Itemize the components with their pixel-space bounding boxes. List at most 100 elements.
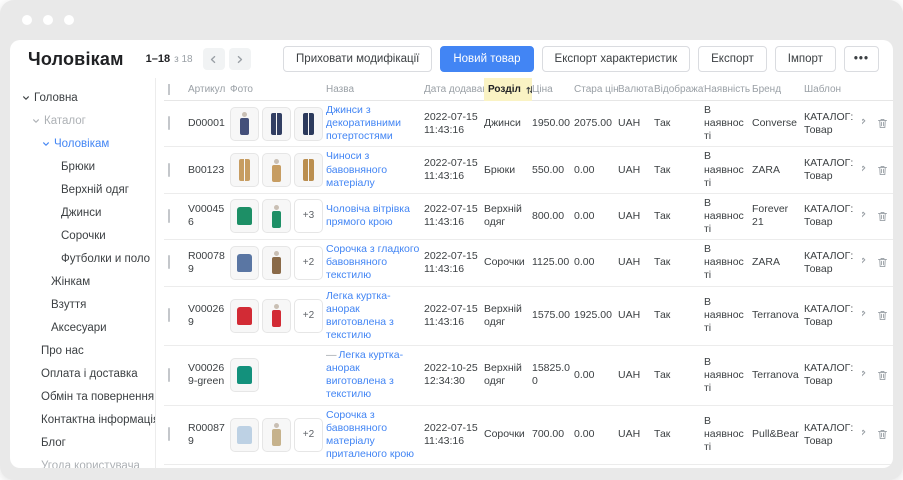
product-photo[interactable]	[262, 153, 291, 187]
sidebar-item-оплата-і-доставка[interactable]: Оплата і доставка	[10, 362, 155, 385]
product-photo[interactable]	[294, 107, 323, 141]
export-button[interactable]: Експорт	[698, 46, 767, 72]
column-header-назва[interactable]: Назва	[326, 84, 424, 95]
window-minimize-button[interactable]	[43, 15, 53, 25]
new-product-button[interactable]: Новий товар	[440, 46, 533, 72]
row-checkbox[interactable]	[168, 368, 170, 382]
template-line1: КАТАЛОГ:	[804, 303, 858, 316]
product-photo-graphic	[237, 307, 252, 325]
sort-icon[interactable]	[525, 85, 532, 95]
product-photo[interactable]	[262, 299, 291, 333]
sidebar-item-сорочки[interactable]: Сорочки	[10, 224, 155, 247]
sidebar-item-про-нас[interactable]: Про нас	[10, 339, 155, 362]
delete-button[interactable]	[876, 369, 889, 382]
column-header-стара-ціна[interactable]: Стара ціна	[574, 84, 618, 95]
row-checkbox[interactable]	[168, 163, 170, 177]
cell-availability: В наявності	[704, 240, 752, 285]
product-name-link[interactable]: Сорочка з гладкого бавовняного текстилю	[326, 243, 419, 281]
row-checkbox[interactable]	[168, 116, 170, 130]
pagination-prev-button[interactable]	[203, 48, 225, 70]
edit-button[interactable]	[862, 117, 867, 130]
product-name-link[interactable]: Легка куртка-анорак виготовлена з тексти…	[326, 349, 403, 400]
sidebar-item-чоловікам[interactable]: Чоловікам	[10, 132, 155, 155]
delete-button[interactable]	[876, 210, 889, 223]
more-photos-badge[interactable]: +2	[294, 418, 323, 452]
edit-button[interactable]	[862, 164, 867, 177]
table-row: R000879+2Сорочка з бавовняного матеріалу…	[164, 406, 893, 466]
delete-button[interactable]	[876, 428, 889, 441]
hide-modifications-button[interactable]: Приховати модифікації	[283, 46, 432, 72]
cell-brand: ZARA	[752, 161, 804, 180]
edit-button[interactable]	[862, 428, 867, 441]
sidebar-item-головна[interactable]: Головна	[10, 86, 155, 109]
sidebar-item-футболки-и-поло[interactable]: Футболки и поло	[10, 247, 155, 270]
product-photo[interactable]	[230, 358, 259, 392]
product-name-link[interactable]: Чоловіча вітрівка прямого крою	[326, 203, 410, 228]
cell-currency: UAH	[618, 306, 654, 325]
sidebar-item-жінкам[interactable]: Жінкам	[10, 270, 155, 293]
row-checkbox[interactable]	[168, 255, 170, 269]
product-photo[interactable]	[230, 418, 259, 452]
delete-button[interactable]	[876, 256, 889, 269]
select-all-checkbox[interactable]	[168, 84, 170, 95]
row-checkbox[interactable]	[168, 209, 170, 223]
sidebar-item-верхній-одяг[interactable]: Верхній одяг	[10, 178, 155, 201]
column-header-артикул[interactable]: Артикул	[188, 84, 230, 95]
edit-button[interactable]	[862, 256, 867, 269]
sidebar-item-аксесуари[interactable]: Аксесуари	[10, 316, 155, 339]
more-photos-badge[interactable]: +3	[294, 199, 323, 233]
edit-button[interactable]	[862, 309, 867, 322]
sidebar-item-контактна-інформація[interactable]: Контактна інформація	[10, 408, 155, 431]
pagination-next-button[interactable]	[229, 48, 251, 70]
sidebar-item-блог[interactable]: Блог	[10, 431, 155, 454]
cell-price: 700.00	[532, 425, 574, 444]
product-name-link[interactable]: Чиноси з бавовняного матеріалу	[326, 150, 387, 188]
column-header-валюта[interactable]: Валюта	[618, 84, 654, 95]
sidebar-item-обмін-та-повернення[interactable]: Обмін та повернення	[10, 385, 155, 408]
edit-button[interactable]	[862, 369, 867, 382]
delete-button[interactable]	[876, 117, 889, 130]
product-photo[interactable]	[262, 246, 291, 280]
product-photo[interactable]	[262, 418, 291, 452]
product-photo[interactable]	[262, 107, 291, 141]
cell-old-price: 0.00	[574, 425, 618, 444]
delete-button[interactable]	[876, 164, 889, 177]
column-header-наявність[interactable]: Наявність	[704, 84, 752, 95]
import-button[interactable]: Імпорт	[775, 46, 836, 72]
cell-currency: UAH	[618, 114, 654, 133]
product-name-link[interactable]: Джинси з декоративними потертостями	[326, 104, 401, 142]
sidebar-item-взуття[interactable]: Взуття	[10, 293, 155, 316]
sidebar-item-label: Обмін та повернення	[41, 391, 154, 403]
column-header-шаблон[interactable]: Шаблон	[804, 84, 862, 95]
delete-button[interactable]	[876, 309, 889, 322]
product-photo[interactable]	[230, 299, 259, 333]
window-maximize-button[interactable]	[64, 15, 74, 25]
export-attributes-button[interactable]: Експорт характеристик	[542, 46, 691, 72]
more-photos-badge[interactable]: +2	[294, 299, 323, 333]
sidebar-item-label: Джинси	[61, 207, 101, 219]
sidebar-item-каталог[interactable]: Каталог	[10, 109, 155, 132]
product-photo[interactable]	[230, 153, 259, 187]
row-checkbox[interactable]	[168, 427, 170, 441]
more-actions-button[interactable]: •••	[844, 46, 879, 72]
column-header-розділ[interactable]: Розділ	[484, 78, 532, 101]
column-header-бренд[interactable]: Бренд	[752, 84, 804, 95]
column-header-ціна[interactable]: Ціна	[532, 84, 574, 95]
window-close-button[interactable]	[22, 15, 32, 25]
row-checkbox[interactable]	[168, 308, 170, 322]
product-photo[interactable]	[230, 107, 259, 141]
product-photo[interactable]	[230, 199, 259, 233]
column-header-дата-додавання[interactable]: Дата додавання	[424, 84, 484, 95]
edit-button[interactable]	[862, 210, 867, 223]
product-photo[interactable]	[230, 246, 259, 280]
sidebar-item-угода-користувача[interactable]: Угода користувача	[10, 454, 155, 468]
product-name-link[interactable]: Сорочка з бавовняного матеріалу притален…	[326, 409, 414, 460]
column-header-фото[interactable]: Фото	[230, 84, 326, 95]
more-photos-badge[interactable]: +2	[294, 246, 323, 280]
column-header-відображати[interactable]: Відображати	[654, 84, 704, 95]
product-photo[interactable]	[294, 153, 323, 187]
sidebar-item-джинси[interactable]: Джинси	[10, 201, 155, 224]
product-photo[interactable]	[262, 199, 291, 233]
product-name-link[interactable]: Легка куртка-анорак виготовлена з тексти…	[326, 290, 394, 341]
sidebar-item-брюки[interactable]: Брюки	[10, 155, 155, 178]
